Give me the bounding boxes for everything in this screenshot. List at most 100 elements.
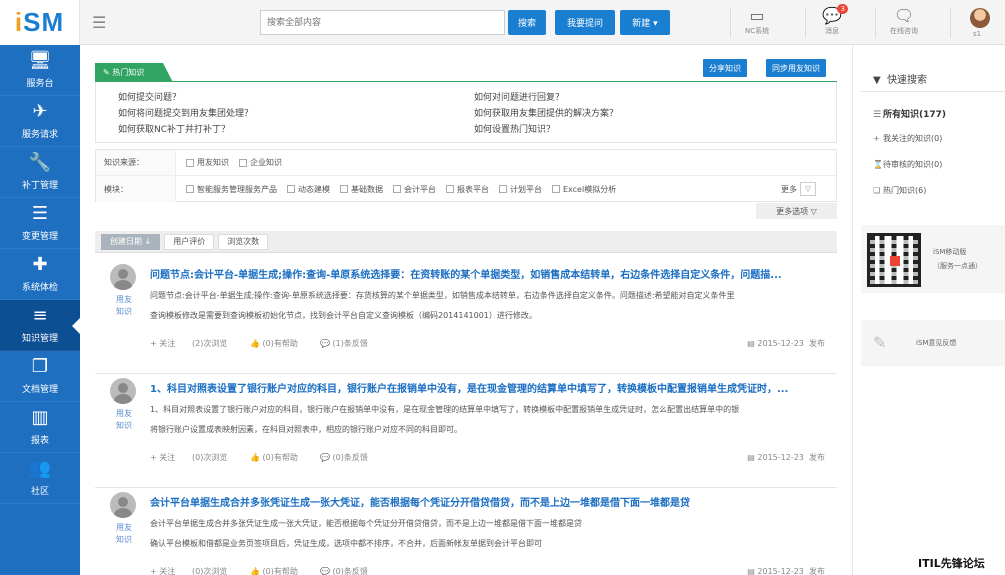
divider [730,8,731,38]
module-option[interactable]: 动态建模 [287,184,330,195]
sidebar-item[interactable]: 👥 社区 [0,453,80,504]
module-option[interactable]: 会计平台 [393,184,436,195]
view-count: (2)次浏览 [192,339,228,348]
helpful-button[interactable]: 👍 (0)有帮助 [250,452,298,463]
calendar-icon: ▤ [747,339,758,348]
hot-knowledge-tab[interactable]: ✎ 热门知识 [95,63,173,81]
article-title-link[interactable]: 问题节点:会计平台-单据生成;操作:查询-单原系统选择要：在资转账的某个单据类型… [150,266,830,281]
author-name[interactable]: 用友 知识 [107,294,141,318]
sidebar-item[interactable]: ☰ 变更管理 [0,198,80,249]
calendar-icon: ▤ [747,453,758,462]
bookmark-icon: ❏ [873,186,881,195]
new-button[interactable]: 新建 ▾ [620,10,670,35]
sidebar-item[interactable]: 🔧 补丁管理 [0,147,80,198]
hot-question-link[interactable]: 如何设置热门知识？ [474,122,555,135]
message-count-badge: 3 [837,4,848,14]
follow-button[interactable]: + 关注 [150,452,175,463]
edit-icon: ✎ [873,333,887,352]
search-input[interactable] [260,10,505,35]
feedback-panel[interactable]: ✎ iSM意见反馈 [861,320,1005,366]
user-avatar[interactable] [970,8,990,28]
checkbox[interactable] [239,158,247,167]
checkbox[interactable] [287,185,295,193]
divider [950,8,951,38]
module-filter-row: 模块： 智能服务管理服务产品 动态建模 基础数据 会计平台 报表平台 计划平台 … [96,176,836,202]
checkbox[interactable] [186,158,194,167]
sync-knowledge-button[interactable]: 同步用友知识 [766,59,826,77]
module-option[interactable]: Excel模拟分析 [552,184,616,195]
chat-bubble-icon: 💬 3 [822,4,848,26]
article-title-link[interactable]: 1、科目对照表设置了银行账户对应的科目，银行账户在报销单中没有，是在现金管理的结… [150,380,830,395]
list-icon: ≡ [32,305,48,326]
more-modules-dropdown[interactable]: 更多 ▽ [781,182,816,196]
publish-date: ▤ 2015-12-23 发布 [747,567,825,575]
ism-logo[interactable]: i SM [0,0,80,45]
feedback-link[interactable]: 💬 (1)条反馈 [320,338,368,349]
share-knowledge-button[interactable]: 分享知识 [703,59,747,77]
helpful-button[interactable]: 👍 (0)有帮助 [250,338,298,349]
plus-icon: + [873,134,880,143]
sidebar-item[interactable]: ❐ 文档管理 [0,351,80,402]
checkbox[interactable] [499,185,507,193]
community-icon: 👥 [28,458,52,479]
menu-toggle-icon[interactable]: ☰ [92,13,106,32]
sidebar-item[interactable]: ✈ 服务请求 [0,96,80,147]
all-knowledge-link[interactable]: ☰ 所有知识(177) [873,107,946,120]
main-content: ✎ 热门知识 分享知识 同步用友知识 如何提交问题？ 如何将问题提交到用友集团处… [80,45,852,575]
view-count: (0)次浏览 [192,453,228,462]
online-consult-button[interactable]: 🗨 在线咨询 [890,6,918,36]
sidebar-item-label: 文档管理 [21,385,58,395]
feedback-link[interactable]: 💬 (0)条反馈 [320,452,368,463]
sidebar-item[interactable]: ▥ 报表 [0,402,80,453]
follow-button[interactable]: + 关注 [150,338,175,349]
checkbox[interactable] [393,185,401,193]
more-options-button[interactable]: 更多选项 ▽ [756,203,837,219]
hot-question-link[interactable]: 如何获取用友集团提供的解决方案？ [474,106,618,119]
article-title-link[interactable]: 会计平台单据生成合并多张凭证生成一张大凭证，能否根据每个凭证分开借贷借贷，而不是… [150,494,830,509]
checkbox[interactable] [552,185,560,193]
user-menu[interactable]: s1 [973,30,981,38]
checkbox[interactable] [446,185,454,193]
checkbox[interactable] [340,185,348,193]
hot-question-link[interactable]: 如何对问题进行回复？ [474,90,564,103]
hot-question-link[interactable]: 如何将问题提交到用友集团处理？ [118,106,253,119]
hot-question-link[interactable]: 如何获取NC补丁并打补丁？ [118,122,230,135]
source-option-yonyou[interactable]: 用友知识 [186,157,229,168]
hourglass-icon: ⌛ [873,160,883,169]
hot-question-link[interactable]: 如何提交问题？ [118,90,181,103]
checkbox[interactable] [186,185,194,193]
hot-knowledge-link[interactable]: ❏ 热门知识(6) [873,185,926,196]
filter-icon: ▼ [873,75,881,86]
sort-tab-created-date[interactable]: 创建日期 ↓ [101,233,161,250]
author-avatar[interactable] [110,264,136,290]
sidebar-item-label: 报表 [30,436,49,446]
helpful-button[interactable]: 👍 (0)有帮助 [250,566,298,575]
right-panel: ▼ 快速搜索 ☰ 所有知识(177) + 我关注的知识(0) ⌛待审核的知识(0) … [852,45,1005,575]
pending-review-link[interactable]: ⌛待审核的知识(0) [873,159,942,170]
view-count: (0)次浏览 [192,567,228,575]
nc-system-menu[interactable]: ▭ NC系统 [745,6,769,36]
article-meta: + 关注 (0)次浏览 👍 (0)有帮助 💬 (0)条反馈 ▤ 2015-12-23 发… [150,566,825,575]
ask-question-button[interactable]: 我要提问 [555,10,615,35]
sort-tab-views[interactable]: 浏览次数 [218,233,269,250]
author-name[interactable]: 用友 知识 [107,408,141,432]
sidebar-item[interactable]: ≡ 知识管理 [0,300,80,351]
followed-knowledge-link[interactable]: + 我关注的知识(0) [873,133,942,144]
author-avatar[interactable] [110,492,136,518]
module-option[interactable]: 基础数据 [340,184,383,195]
source-option-enterprise[interactable]: 企业知识 [239,157,282,168]
module-option[interactable]: 智能服务管理服务产品 [186,184,277,195]
follow-button[interactable]: + 关注 [150,566,175,575]
sidebar-item[interactable]: ✚ 系统体检 [0,249,80,300]
author-avatar[interactable] [110,378,136,404]
messages-menu[interactable]: 💬 3 消息 [822,4,848,36]
sidebar-item[interactable]: 🖥 服务台 [0,45,80,96]
author-name[interactable]: 用友 知识 [107,522,141,546]
feedback-link[interactable]: 💬 (0)条反馈 [320,566,368,575]
search-button[interactable]: 搜索 [508,10,546,35]
article-answer: 确认平台模板和借都是业务页签项目后，凭证生成，选项中都不排序，不合并，后面新帐友… [150,539,542,548]
sort-tab-user-rating[interactable]: 用户评价 [164,233,215,250]
chevron-down-icon: ▽ [800,182,816,196]
module-option[interactable]: 报表平台 [446,184,489,195]
module-option[interactable]: 计划平台 [499,184,542,195]
